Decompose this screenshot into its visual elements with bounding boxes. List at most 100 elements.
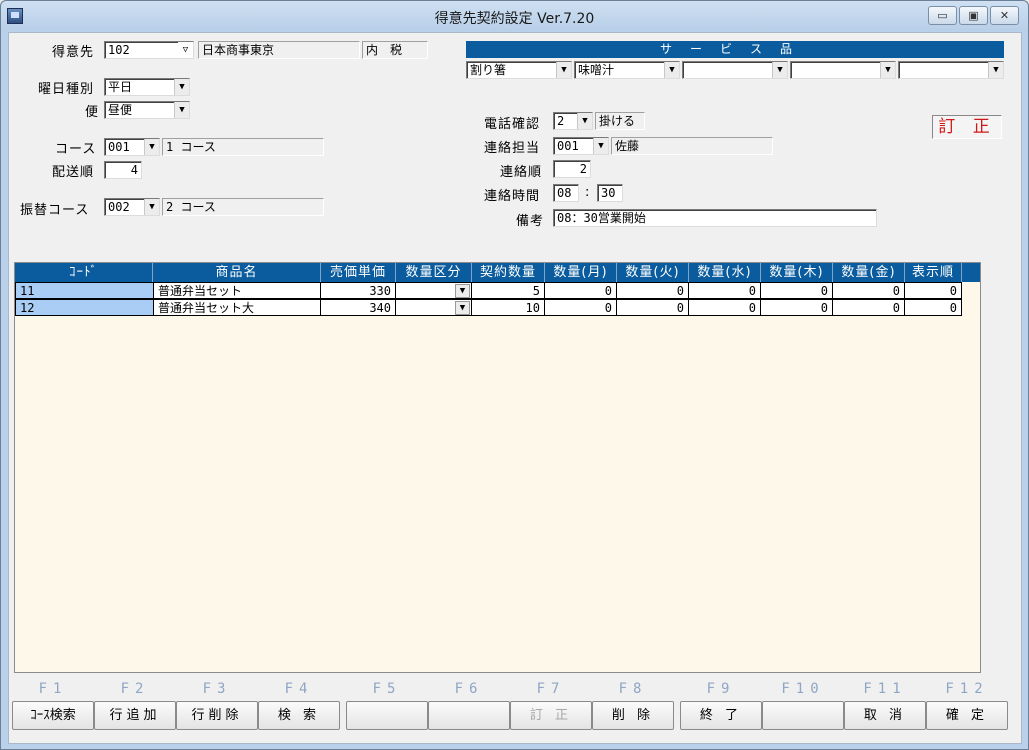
fkey-label-f6: F6 (454, 681, 484, 697)
add-row-button[interactable]: 行追加 (94, 701, 176, 730)
chevron-down-icon[interactable]: ▼ (772, 62, 787, 78)
col-header-mon[interactable]: 数量(月) (545, 263, 617, 282)
search-button[interactable]: 検 索 (258, 701, 340, 730)
cell-mon[interactable]: 0 (545, 299, 617, 316)
col-header-wed[interactable]: 数量(水) (689, 263, 761, 282)
chevron-down-icon[interactable]: ▼ (577, 113, 592, 129)
cell-mon[interactable]: 0 (545, 282, 617, 299)
col-header-tue[interactable]: 数量(火) (617, 263, 689, 282)
contact-order-input[interactable]: 2 (553, 160, 591, 178)
cell-price[interactable]: 330 (321, 282, 396, 299)
cell-thu[interactable]: 0 (761, 299, 833, 316)
cell-contract-qty[interactable]: 10 (472, 299, 545, 316)
fkey-label-f10: F10 (781, 681, 825, 697)
service-item-1[interactable]: 割り箸 ▼ (466, 61, 572, 79)
cell-product-name[interactable]: 普通弁当セット (154, 282, 321, 299)
cancel-button[interactable]: 取 消 (844, 701, 926, 730)
cell-code[interactable]: 11 (15, 282, 154, 299)
service-item-3[interactable]: ▼ (682, 61, 788, 79)
cell-fri[interactable]: 0 (833, 299, 905, 316)
delivery-order-input[interactable]: 4 (104, 161, 142, 179)
cell-qty-type[interactable]: ▼ (396, 282, 472, 299)
chevron-down-icon[interactable]: ▼ (174, 79, 189, 95)
fkey-label-f11: F11 (863, 681, 907, 697)
col-header-display-order[interactable]: 表示順 (905, 263, 962, 282)
course-label: コース (55, 142, 97, 157)
chevron-down-icon[interactable]: ▼ (174, 102, 189, 118)
delivery-select[interactable]: 昼便 ▼ (104, 101, 190, 119)
phone-confirm-label: 電話確認 (484, 117, 541, 132)
col-header-contract-qty[interactable]: 契約数量 (472, 263, 545, 282)
course-search-button[interactable]: ｺｰｽ検索 (12, 701, 94, 730)
f10-button[interactable] (762, 701, 844, 730)
delivery-label: 便 (85, 105, 100, 120)
cell-price[interactable]: 340 (321, 299, 396, 316)
service-item-4[interactable]: ▼ (790, 61, 896, 79)
f5-button[interactable] (346, 701, 428, 730)
chevron-down-icon[interactable]: ▼ (593, 138, 608, 154)
minimize-button[interactable]: ▭ (928, 6, 957, 25)
cell-contract-qty[interactable]: 5 (472, 282, 545, 299)
contact-hour-input[interactable]: 08 (553, 184, 579, 202)
cell-display-order[interactable]: 0 (905, 282, 962, 299)
table-row[interactable]: 11 普通弁当セット 330 ▼ 5 0 0 0 0 0 0 (15, 282, 962, 299)
service-item-5[interactable]: ▼ (898, 61, 1004, 79)
col-header-fri[interactable]: 数量(金) (833, 263, 905, 282)
fkey-label-f4: F4 (284, 681, 314, 697)
contract-items-grid: ｺｰﾄﾞ 商品名 売価単価 数量区分 契約数量 数量(月) 数量(火) 数量(水… (14, 262, 981, 673)
course-code-select[interactable]: 001 ▼ (104, 138, 160, 156)
remarks-input[interactable]: 08：30営業開始 (553, 209, 877, 227)
col-header-code[interactable]: ｺｰﾄﾞ (15, 263, 153, 282)
delivery-value: 昼便 (108, 103, 133, 117)
maximize-button[interactable]: ▣ (959, 6, 988, 25)
f6-button[interactable] (428, 701, 510, 730)
fkey-label-f1: F1 (38, 681, 68, 697)
fkey-label-f2: F2 (120, 681, 150, 697)
transfer-course-code-select[interactable]: 002 ▼ (104, 198, 160, 216)
customer-search-icon[interactable]: ▽ (178, 42, 193, 58)
cell-code[interactable]: 12 (15, 299, 154, 316)
col-header-product-name[interactable]: 商品名 (153, 263, 321, 282)
customer-code: 102 (108, 43, 130, 57)
time-separator: : (585, 185, 591, 200)
cell-qty-type[interactable]: ▼ (396, 299, 472, 316)
chevron-down-icon[interactable]: ▼ (880, 62, 895, 78)
fkey-label-f8: F8 (618, 681, 648, 697)
delete-row-button[interactable]: 行削除 (176, 701, 258, 730)
chevron-down-icon[interactable]: ▼ (455, 301, 470, 315)
day-type-select[interactable]: 平日 ▼ (104, 78, 190, 96)
chevron-down-icon[interactable]: ▼ (556, 62, 571, 78)
chevron-down-icon[interactable]: ▼ (664, 62, 679, 78)
confirm-button[interactable]: 確 定 (926, 701, 1008, 730)
service-item-2[interactable]: 味噌汁 ▼ (574, 61, 680, 79)
cell-display-order[interactable]: 0 (905, 299, 962, 316)
cell-fri[interactable]: 0 (833, 282, 905, 299)
exit-button[interactable]: 終 了 (680, 701, 762, 730)
cell-wed[interactable]: 0 (689, 282, 761, 299)
phone-confirm-select[interactable]: 2 ▼ (553, 112, 593, 130)
correct-button[interactable]: 訂 正 (510, 701, 592, 730)
chevron-down-icon[interactable]: ▼ (144, 139, 159, 155)
service-item-2-value: 味噌汁 (578, 63, 615, 77)
table-row[interactable]: 12 普通弁当セット大 340 ▼ 10 0 0 0 0 0 0 (15, 299, 962, 316)
customer-code-combo[interactable]: 102 ▽ (104, 41, 194, 59)
title-bar: 得意先契約設定 Ver.7.20 ▭ ▣ ✕ (1, 1, 1028, 31)
cell-tue[interactable]: 0 (617, 299, 689, 316)
delete-button[interactable]: 削 除 (592, 701, 674, 730)
contact-person-select[interactable]: 001 ▼ (553, 137, 609, 155)
cell-tue[interactable]: 0 (617, 282, 689, 299)
close-button[interactable]: ✕ (990, 6, 1019, 25)
grid-header: ｺｰﾄﾞ 商品名 売価単価 数量区分 契約数量 数量(月) 数量(火) 数量(水… (15, 263, 980, 282)
transfer-course-label: 振替コース (20, 203, 90, 218)
cell-wed[interactable]: 0 (689, 299, 761, 316)
col-header-thu[interactable]: 数量(木) (761, 263, 833, 282)
col-header-qty-type[interactable]: 数量区分 (396, 263, 472, 282)
cell-thu[interactable]: 0 (761, 282, 833, 299)
chevron-down-icon[interactable]: ▼ (455, 284, 470, 298)
cell-product-name[interactable]: 普通弁当セット大 (154, 299, 321, 316)
contact-minute-input[interactable]: 30 (597, 184, 623, 202)
chevron-down-icon[interactable]: ▼ (144, 199, 159, 215)
col-header-price[interactable]: 売価単価 (321, 263, 396, 282)
fkey-label-f3: F3 (202, 681, 232, 697)
chevron-down-icon[interactable]: ▼ (988, 62, 1003, 78)
